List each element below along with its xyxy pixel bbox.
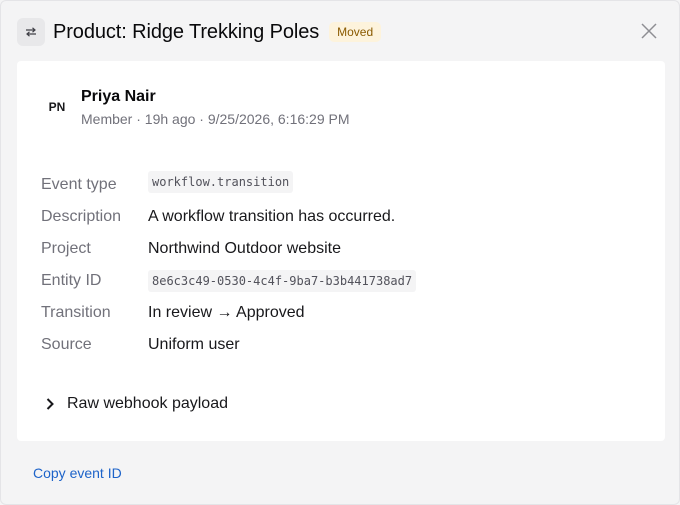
dialog-header: Product: Ridge Trekking Poles Moved [17, 17, 663, 47]
detail-row-transition: Transition In review → Approved [41, 297, 416, 329]
detail-value-transition: In review → Approved [148, 304, 305, 321]
detail-label: Transition [41, 304, 111, 321]
dialog-title: Product: Ridge Trekking Poles [53, 20, 320, 43]
detail-value-project: Northwind Outdoor website [148, 240, 341, 257]
raw-payload-toggle[interactable]: Raw webhook payload [45, 395, 228, 413]
author-block: PN Priya Nair Member · 19h ago · 9/25/20… [45, 87, 350, 128]
detail-row-entity-id: Entity ID 8e6c3c49-0530-4c4f-9ba7-b3b441… [41, 265, 417, 297]
detail-row-project: Project Northwind Outdoor website [41, 233, 416, 265]
status-badge: Moved [329, 22, 382, 42]
author-name: Priya Nair [81, 88, 156, 105]
avatar: PN [48, 100, 66, 114]
detail-label: Event type [41, 176, 117, 193]
detail-label: Description [41, 208, 122, 225]
detail-row-description: Description A workflow transition has oc… [41, 201, 416, 233]
event-detail-dialog: Product: Ridge Trekking Poles Moved PN P… [0, 0, 680, 505]
detail-label: Entity ID [41, 272, 102, 289]
detail-value-source: Uniform user [148, 336, 240, 353]
event-details: Event type workflow.transition Descripti… [41, 169, 417, 361]
detail-label: Source [41, 336, 92, 353]
close-button[interactable] [637, 19, 661, 43]
detail-value-event-type: workflow.transition [148, 171, 294, 193]
swap-arrows-icon [17, 18, 45, 46]
detail-value-description: A workflow transition has occurred. [148, 208, 396, 225]
raw-payload-label: Raw webhook payload [67, 395, 228, 412]
author-meta: Member · 19h ago · 9/25/2026, 6:16:29 PM [81, 111, 350, 127]
chevron-right-icon [46, 398, 54, 410]
detail-row-source: Source Uniform user [41, 329, 416, 361]
copy-event-id-link[interactable]: Copy event ID [33, 465, 122, 481]
close-icon [641, 23, 657, 39]
event-card: PN Priya Nair Member · 19h ago · 9/25/20… [17, 61, 665, 441]
detail-value-entity-id: 8e6c3c49-0530-4c4f-9ba7-b3b441738ad7 [148, 270, 417, 292]
detail-row-event-type: Event type workflow.transition [41, 169, 416, 201]
detail-label: Project [41, 240, 91, 257]
